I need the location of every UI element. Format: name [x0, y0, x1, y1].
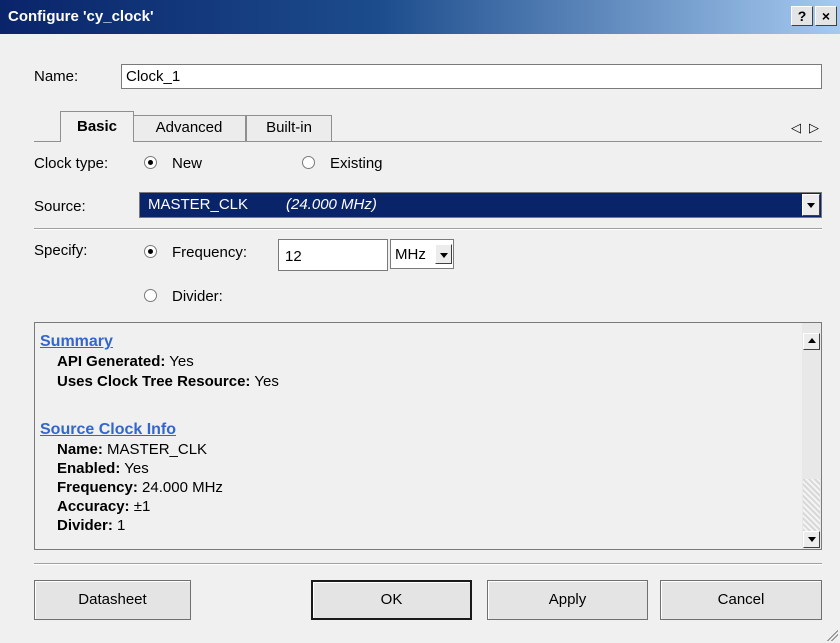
source-label: Source:	[34, 198, 86, 215]
separator	[34, 228, 822, 230]
frequency-unit-select[interactable]: MHz	[390, 239, 454, 269]
clock-type-new-label[interactable]: New	[172, 155, 202, 172]
summary-key: Accuracy:	[57, 498, 130, 515]
tab-scroll-left-icon[interactable]: ◁	[791, 120, 809, 135]
help-button[interactable]: ?	[791, 6, 813, 26]
name-input[interactable]: Clock_1	[121, 64, 822, 89]
source-dropdown-arrow-icon[interactable]	[802, 194, 820, 216]
summary-key: Uses Clock Tree Resource:	[57, 373, 251, 390]
source-info-row-name: Name: MASTER_CLK	[57, 441, 207, 458]
window-title: Configure 'cy_clock'	[8, 8, 154, 25]
tab-built-in[interactable]: Built-in	[246, 115, 332, 141]
summary-value: 1	[117, 517, 126, 534]
clock-type-existing-label[interactable]: Existing	[330, 155, 383, 172]
tab-divider	[34, 141, 822, 142]
close-button[interactable]: ×	[815, 6, 837, 26]
scroll-up-icon[interactable]	[803, 333, 820, 350]
summary-key: Name:	[57, 441, 103, 458]
separator	[34, 563, 822, 565]
source-value-frequency: (24.000 MHz)	[286, 196, 377, 213]
summary-key: Divider:	[57, 517, 113, 534]
summary-value: Yes	[169, 353, 194, 370]
summary-heading[interactable]: Summary	[40, 333, 113, 351]
source-dropdown[interactable]: MASTER_CLK (24.000 MHz)	[139, 192, 822, 218]
name-label: Name:	[34, 68, 79, 85]
source-info-row-enabled: Enabled: Yes	[57, 460, 149, 477]
configure-dialog: Configure 'cy_clock' ? × Name: Clock_1 B…	[0, 0, 840, 643]
title-bar[interactable]: Configure 'cy_clock' ? ×	[0, 0, 840, 34]
summary-panel[interactable]: Summary API Generated: Yes Uses Clock Tr…	[34, 322, 822, 550]
summary-scrollbar[interactable]	[802, 323, 821, 549]
clock-type-existing-radio[interactable]	[302, 156, 315, 169]
source-info-row-divider: Divider: 1	[57, 517, 125, 534]
summary-row-api-generated: API Generated: Yes	[57, 353, 194, 370]
datasheet-button[interactable]: Datasheet	[34, 580, 191, 620]
summary-value: Yes	[124, 460, 149, 477]
ok-button[interactable]: OK	[311, 580, 472, 620]
specify-label: Specify:	[34, 242, 88, 259]
divider-radio[interactable]	[144, 289, 157, 302]
divider-label[interactable]: Divider:	[172, 288, 223, 305]
source-value-name: MASTER_CLK	[148, 196, 249, 213]
scroll-down-icon[interactable]	[803, 531, 820, 548]
scroll-track[interactable]	[803, 479, 820, 531]
clock-type-label: Clock type:	[34, 155, 109, 172]
clock-type-new-radio[interactable]	[144, 156, 157, 169]
summary-value: MASTER_CLK	[107, 441, 208, 458]
summary-row-clock-tree: Uses Clock Tree Resource: Yes	[57, 373, 279, 390]
tab-scroll-arrows[interactable]: ◁▷	[791, 120, 827, 136]
unit-dropdown-arrow-icon[interactable]	[435, 244, 452, 264]
summary-key: Frequency:	[57, 479, 138, 496]
apply-button[interactable]: Apply	[487, 580, 648, 620]
source-clock-info-heading[interactable]: Source Clock Info	[40, 421, 176, 439]
frequency-unit-value: MHz	[395, 246, 426, 263]
source-info-row-accuracy: Accuracy: ±1	[57, 498, 150, 515]
frequency-input[interactable]: 12	[278, 239, 388, 271]
resize-grip-icon[interactable]	[824, 627, 838, 641]
source-info-row-frequency: Frequency: 24.000 MHz	[57, 479, 223, 496]
summary-value: Yes	[254, 373, 279, 390]
frequency-radio[interactable]	[144, 245, 157, 258]
summary-key: Enabled:	[57, 460, 121, 477]
tab-advanced[interactable]: Advanced	[132, 115, 246, 141]
cancel-button[interactable]: Cancel	[660, 580, 822, 620]
summary-key: API Generated:	[57, 353, 166, 370]
summary-value: ±1	[133, 498, 151, 515]
tab-basic[interactable]: Basic	[60, 111, 134, 142]
name-input-value: Clock_1	[126, 68, 181, 85]
tab-scroll-right-icon[interactable]: ▷	[809, 120, 827, 135]
frequency-label[interactable]: Frequency:	[172, 244, 247, 261]
summary-value: 24.000 MHz	[142, 479, 223, 496]
frequency-input-value: 12	[285, 248, 302, 265]
